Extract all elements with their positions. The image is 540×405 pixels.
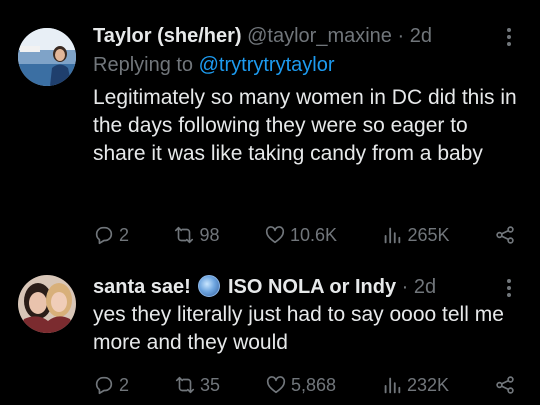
reply-icon <box>95 226 113 245</box>
views-button[interactable]: 232K <box>381 374 449 396</box>
more-icon[interactable] <box>502 28 516 46</box>
views-icon <box>385 227 401 244</box>
timestamp[interactable]: 2d <box>414 276 436 298</box>
share-icon <box>496 376 514 394</box>
handle[interactable]: @taylor_maxine <box>247 25 392 47</box>
display-name[interactable]: Taylor (she/her) <box>93 25 242 47</box>
views-count: 232K <box>406 374 449 395</box>
reply-button[interactable]: 2 <box>93 224 129 246</box>
views-icon <box>384 377 401 394</box>
retweet-button[interactable]: 98 <box>173 224 220 246</box>
globe-icon <box>198 275 221 297</box>
tweet-text: Legitimately so many women in DC did thi… <box>93 86 517 165</box>
like-button[interactable]: 5,868 <box>265 374 336 396</box>
action-bar: 2 98 10.6K 265K <box>93 223 516 247</box>
like-count: 5,868 <box>290 374 336 395</box>
like-count: 10.6K <box>289 224 337 245</box>
retweet-button[interactable]: 35 <box>174 374 220 396</box>
action-bar: 2 35 5,868 232K <box>93 373 516 397</box>
replying-to-link[interactable]: @trytrytrytaylor <box>199 54 335 76</box>
replying-to: Replying to @trytrytrytaylor <box>93 52 522 78</box>
share-icon <box>496 226 514 244</box>
views-count: 265K <box>407 224 450 245</box>
separator: · <box>401 276 409 298</box>
views-button[interactable]: 265K <box>381 224 450 246</box>
display-name-text: santa sae! <box>93 276 197 298</box>
tweet-text: yes they literally just had to say oooo … <box>93 303 504 354</box>
retweet-icon <box>175 226 194 244</box>
tweet-header: santa sae! ISO NOLA or Indy · 2d <box>93 275 522 299</box>
tweet-1[interactable]: Taylor (she/her) @taylor_maxine · 2d Rep… <box>0 0 540 258</box>
reply-icon <box>95 376 113 395</box>
retweet-icon <box>175 376 195 394</box>
retweet-count: 98 <box>199 224 220 245</box>
more-icon[interactable] <box>502 279 516 297</box>
reply-count: 2 <box>119 224 130 245</box>
share-button[interactable] <box>494 374 516 396</box>
retweet-count: 35 <box>199 374 220 395</box>
like-button[interactable]: 10.6K <box>264 224 337 246</box>
reply-button[interactable]: 2 <box>93 374 129 396</box>
separator: · <box>397 25 405 47</box>
like-icon <box>266 376 286 394</box>
tweet-2[interactable]: santa sae! ISO NOLA or Indy · 2d yes the… <box>0 258 540 405</box>
display-name[interactable]: santa sae! ISO NOLA or Indy <box>93 275 397 298</box>
share-button[interactable] <box>494 224 516 246</box>
avatar[interactable] <box>18 275 76 333</box>
timestamp[interactable]: 2d <box>410 25 432 47</box>
reply-count: 2 <box>119 374 130 395</box>
avatar[interactable] <box>18 28 76 86</box>
tweet-header: Taylor (she/her) @taylor_maxine · 2d <box>93 24 522 48</box>
like-icon <box>265 226 285 244</box>
display-name-suffix: ISO NOLA or Indy <box>222 276 397 298</box>
replying-to-label: Replying to <box>93 54 199 76</box>
